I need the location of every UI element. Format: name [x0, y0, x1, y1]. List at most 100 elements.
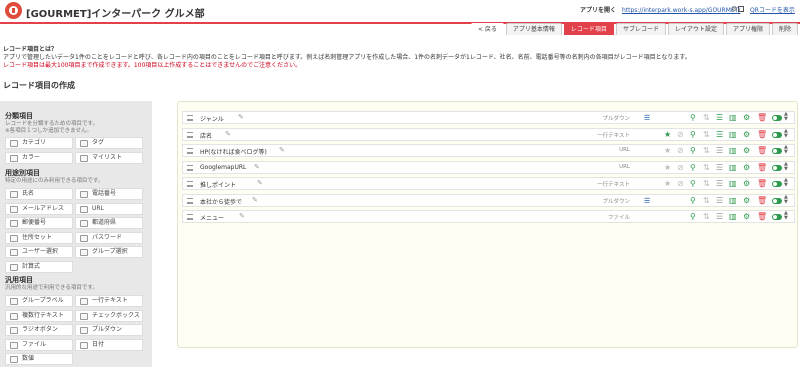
- edit-name-icon[interactable]: ✎: [257, 179, 263, 187]
- star-icon[interactable]: ★: [664, 179, 671, 189]
- gear-icon[interactable]: ⚙: [743, 146, 750, 156]
- trash-icon[interactable]: 🗑: [757, 196, 767, 206]
- tab-2[interactable]: レコード項目: [563, 23, 614, 35]
- columns-icon[interactable]: ▥: [729, 212, 737, 222]
- search-icon[interactable]: ⚲: [690, 179, 696, 189]
- reorder-arrows-icon[interactable]: ▲ ▼: [784, 145, 788, 155]
- options-list-icon[interactable]: ☰: [644, 114, 650, 122]
- columns-icon[interactable]: ▥: [729, 146, 737, 156]
- edit-name-icon[interactable]: ✎: [225, 130, 231, 138]
- trash-icon[interactable]: 🗑: [757, 212, 767, 222]
- search-icon[interactable]: ⚲: [690, 163, 696, 173]
- settings-icon[interactable]: ⚙: [731, 5, 737, 13]
- palette-item-file[interactable]: ファイル: [5, 338, 73, 351]
- gear-icon[interactable]: ⚙: [743, 130, 750, 140]
- palette-item-palette[interactable]: カラー: [5, 151, 73, 164]
- sort-icon[interactable]: ⇅: [703, 179, 710, 189]
- tab-5[interactable]: アプリ権限: [725, 23, 770, 35]
- list-view-icon[interactable]: ☰: [716, 179, 723, 189]
- palette-item-map[interactable]: 都道府県: [75, 217, 143, 230]
- search-icon[interactable]: ⚲: [690, 212, 696, 222]
- field-row[interactable]: HP(なければ食べログ等) ✎ URL ★ ⊘ ⚲ ⇅ ☰ ▥ ⚙ 🗑 ▲ ▼: [182, 144, 795, 157]
- palette-item-label[interactable]: グループラベル: [5, 295, 73, 307]
- palette-item-heart[interactable]: マイリスト: [75, 151, 143, 164]
- sort-icon[interactable]: ⇅: [703, 196, 710, 206]
- sort-icon[interactable]: ⇅: [703, 113, 710, 123]
- reorder-arrows-icon[interactable]: ▲ ▼: [784, 211, 788, 221]
- palette-item-link[interactable]: URL: [75, 202, 143, 215]
- star-icon[interactable]: ★: [664, 163, 671, 173]
- visibility-toggle[interactable]: [772, 214, 782, 220]
- visibility-toggle[interactable]: [772, 164, 782, 171]
- palette-item-lock[interactable]: パスワード: [75, 231, 143, 244]
- list-view-icon[interactable]: ☰: [716, 113, 723, 123]
- tab-4[interactable]: レイアウト設定: [667, 23, 724, 35]
- columns-icon[interactable]: ▥: [729, 163, 737, 173]
- palette-item-radio[interactable]: ラジオボタン: [5, 324, 73, 337]
- palette-item-folder[interactable]: カテゴリ: [5, 137, 73, 149]
- drag-handle-icon[interactable]: [187, 131, 193, 138]
- drag-handle-icon[interactable]: [187, 164, 193, 171]
- visibility-toggle[interactable]: [772, 181, 782, 187]
- list-view-icon[interactable]: ☰: [716, 130, 723, 140]
- palette-item-text-multi[interactable]: 複数行テキスト: [5, 309, 73, 322]
- edit-name-icon[interactable]: ✎: [239, 212, 245, 220]
- palette-item-tag[interactable]: タグ: [75, 137, 143, 149]
- qr-code-link[interactable]: QRコードを表示: [750, 5, 795, 14]
- search-icon[interactable]: ⚲: [690, 196, 696, 206]
- columns-icon[interactable]: ▥: [729, 130, 737, 140]
- tab-0[interactable]: < 戻る: [470, 23, 504, 35]
- palette-item-user[interactable]: ユーザー選択: [5, 246, 73, 259]
- search-icon[interactable]: ⚲: [690, 113, 696, 123]
- search-icon[interactable]: ⚲: [690, 146, 696, 156]
- tab-3[interactable]: サブレコード: [615, 23, 666, 35]
- gear-icon[interactable]: ⚙: [743, 113, 750, 123]
- palette-item-phone[interactable]: 電話番号: [75, 188, 143, 200]
- gear-icon[interactable]: ⚙: [743, 196, 750, 206]
- star-icon[interactable]: ★: [664, 130, 671, 140]
- field-row[interactable]: 本社から徒歩で ✎ プルダウン ☰ ⚲ ⇅ ☰ ▥ ⚙ 🗑 ▲ ▼: [182, 193, 795, 207]
- list-view-icon[interactable]: ☰: [716, 146, 723, 156]
- gear-icon[interactable]: ⚙: [743, 212, 750, 222]
- list-view-icon[interactable]: ☰: [716, 163, 723, 173]
- open-external-icon[interactable]: [738, 6, 744, 12]
- edit-name-icon[interactable]: ✎: [252, 196, 258, 204]
- palette-item-pin[interactable]: 住所セット: [5, 231, 73, 244]
- trash-icon[interactable]: 🗑: [757, 113, 767, 123]
- palette-item-text-line[interactable]: 一行テキスト: [75, 295, 143, 307]
- visibility-toggle[interactable]: [772, 115, 782, 121]
- visibility-toggle[interactable]: [772, 197, 782, 204]
- drag-handle-icon[interactable]: [187, 214, 193, 220]
- tab-1[interactable]: アプリ基本情報: [505, 23, 562, 35]
- sort-icon[interactable]: ⇅: [703, 212, 710, 222]
- trash-icon[interactable]: 🗑: [757, 130, 767, 140]
- drag-handle-icon[interactable]: [187, 181, 193, 187]
- tag-icon[interactable]: ⊘: [677, 146, 684, 156]
- field-row[interactable]: 推しポイント ✎ 一行テキスト ★ ⊘ ⚲ ⇅ ☰ ▥ ⚙ 🗑 ▲ ▼: [182, 177, 795, 190]
- columns-icon[interactable]: ▥: [729, 113, 737, 123]
- sort-icon[interactable]: ⇅: [703, 130, 710, 140]
- edit-name-icon[interactable]: ✎: [238, 113, 244, 121]
- tag-icon[interactable]: ⊘: [677, 163, 684, 173]
- tab-6[interactable]: 削除: [771, 23, 798, 35]
- reorder-arrows-icon[interactable]: ▲ ▼: [784, 112, 788, 122]
- sort-icon[interactable]: ⇅: [703, 163, 710, 173]
- reorder-arrows-icon[interactable]: ▲ ▼: [784, 178, 788, 188]
- reorder-arrows-icon[interactable]: ▲ ▼: [784, 161, 788, 172]
- reorder-arrows-icon[interactable]: ▲ ▼: [784, 194, 788, 205]
- trash-icon[interactable]: 🗑: [757, 179, 767, 189]
- options-list-icon[interactable]: ☰: [644, 197, 650, 205]
- visibility-toggle[interactable]: [772, 148, 782, 154]
- edit-name-icon[interactable]: ✎: [254, 163, 260, 171]
- palette-item-calendar[interactable]: 日付: [75, 338, 143, 351]
- drag-handle-icon[interactable]: [187, 115, 193, 121]
- palette-item-mail[interactable]: メールアドレス: [5, 202, 73, 215]
- palette-item-person[interactable]: 氏名: [5, 188, 73, 200]
- list-view-icon[interactable]: ☰: [716, 196, 723, 206]
- trash-icon[interactable]: 🗑: [757, 163, 767, 173]
- trash-icon[interactable]: 🗑: [757, 146, 767, 156]
- palette-item-number[interactable]: 数値: [5, 353, 73, 366]
- drag-handle-icon[interactable]: [187, 148, 193, 154]
- tag-icon[interactable]: ⊘: [677, 179, 684, 189]
- drag-handle-icon[interactable]: [187, 197, 193, 204]
